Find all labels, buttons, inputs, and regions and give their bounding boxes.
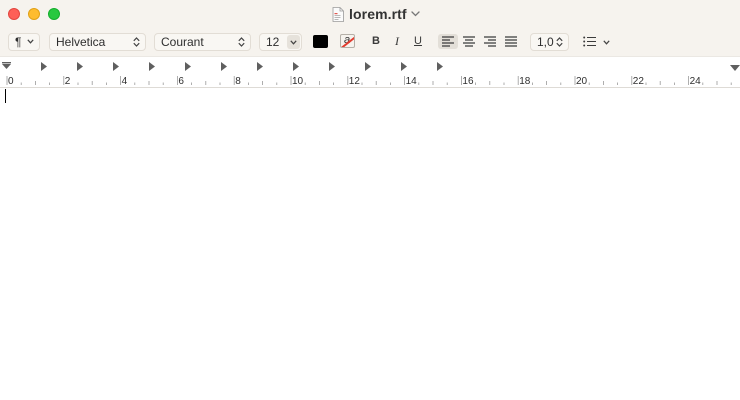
ruler-label: 0 — [8, 76, 14, 87]
format-toolbar: ¶ Helvetica Courant 12 — [0, 28, 740, 56]
tab-stop-marker[interactable] — [365, 62, 371, 71]
font-family-popup[interactable]: Helvetica — [49, 33, 146, 51]
tab-stop-marker[interactable] — [401, 62, 407, 71]
align-left-icon — [442, 36, 454, 47]
highlight-color-well[interactable]: a — [340, 34, 355, 48]
line-spacing-popup[interactable]: 1,0 — [530, 33, 569, 51]
zoom-button[interactable] — [48, 8, 60, 20]
stepper-icon — [238, 37, 245, 47]
align-center-button[interactable] — [459, 34, 479, 49]
ruler-label: 18 — [519, 76, 531, 87]
title-bar: lorem.rtf — [0, 0, 740, 28]
rtf-document-icon — [332, 6, 344, 22]
ruler-label: 16 — [462, 76, 474, 87]
ruler[interactable]: 0 2 4 6 8 10 12 14 16 18 20 22 24 — [0, 56, 740, 88]
justify-button[interactable] — [501, 34, 521, 49]
paragraph-style-popup[interactable]: ¶ — [8, 33, 40, 51]
tab-stop-marker[interactable] — [149, 62, 155, 71]
ruler-label: 14 — [406, 76, 418, 87]
tab-stop-marker[interactable] — [41, 62, 47, 71]
underline-button[interactable]: U — [414, 34, 422, 48]
font-size-dropdown-button[interactable] — [287, 35, 300, 49]
close-button[interactable] — [8, 8, 20, 20]
ruler-label: 20 — [576, 76, 588, 87]
line-spacing-value: 1,0 — [537, 35, 554, 49]
align-right-button[interactable] — [480, 34, 500, 49]
chevron-down-icon — [603, 40, 610, 45]
ruler-label: 10 — [292, 76, 304, 87]
text-color-well[interactable] — [313, 35, 328, 48]
font-typeface-value: Courant — [161, 35, 204, 49]
tab-stop-marker[interactable] — [221, 62, 227, 71]
tab-stop-marker[interactable] — [437, 62, 443, 71]
right-margin-marker[interactable] — [730, 65, 740, 71]
chevron-down-icon — [290, 40, 297, 45]
tab-stop-marker[interactable] — [329, 62, 335, 71]
ruler-label: 6 — [178, 76, 184, 87]
tab-stop-marker[interactable] — [293, 62, 299, 71]
tab-stop-marker[interactable] — [77, 62, 83, 71]
chevron-down-icon — [411, 11, 420, 17]
align-left-button[interactable] — [438, 34, 458, 49]
font-size-value: 12 — [266, 35, 280, 49]
justify-icon — [505, 36, 517, 47]
bullet-list-icon — [583, 36, 596, 47]
ruler-label: 2 — [65, 76, 71, 87]
stepper-icon — [133, 37, 140, 47]
ruler-scale: 0 2 4 6 8 10 12 14 16 18 20 22 24 — [2, 62, 740, 87]
document-text-area[interactable] — [0, 88, 740, 400]
bold-button[interactable]: B — [372, 34, 380, 48]
first-line-indent-marker[interactable] — [2, 64, 11, 69]
text-caret — [5, 89, 6, 103]
align-right-icon — [484, 36, 496, 47]
window-title-menu[interactable]: lorem.rtf — [332, 5, 420, 23]
window-title: lorem.rtf — [349, 6, 407, 22]
italic-button[interactable]: I — [395, 34, 399, 48]
ruler-label: 8 — [235, 76, 241, 87]
textedit-window: lorem.rtf ¶ Helvetica Courant 12 a B I U… — [0, 0, 740, 400]
tab-stop-marker[interactable] — [113, 62, 119, 71]
list-style-popup[interactable] — [581, 35, 611, 49]
font-size-combo[interactable]: 12 — [259, 33, 302, 51]
paragraph-icon: ¶ — [15, 35, 22, 49]
ruler-label: 22 — [633, 76, 645, 87]
font-typeface-popup[interactable]: Courant — [154, 33, 251, 51]
ruler-label: 12 — [349, 76, 361, 87]
font-family-value: Helvetica — [56, 35, 106, 49]
stepper-icon — [556, 37, 563, 47]
align-center-icon — [463, 36, 475, 47]
left-indent-marker[interactable] — [2, 62, 11, 64]
tab-stop-marker[interactable] — [257, 62, 263, 71]
chevron-down-icon — [27, 39, 34, 44]
tab-stop-marker[interactable] — [185, 62, 191, 71]
ruler-label: 24 — [690, 76, 702, 87]
ruler-label: 4 — [122, 76, 128, 87]
minimize-button[interactable] — [28, 8, 40, 20]
